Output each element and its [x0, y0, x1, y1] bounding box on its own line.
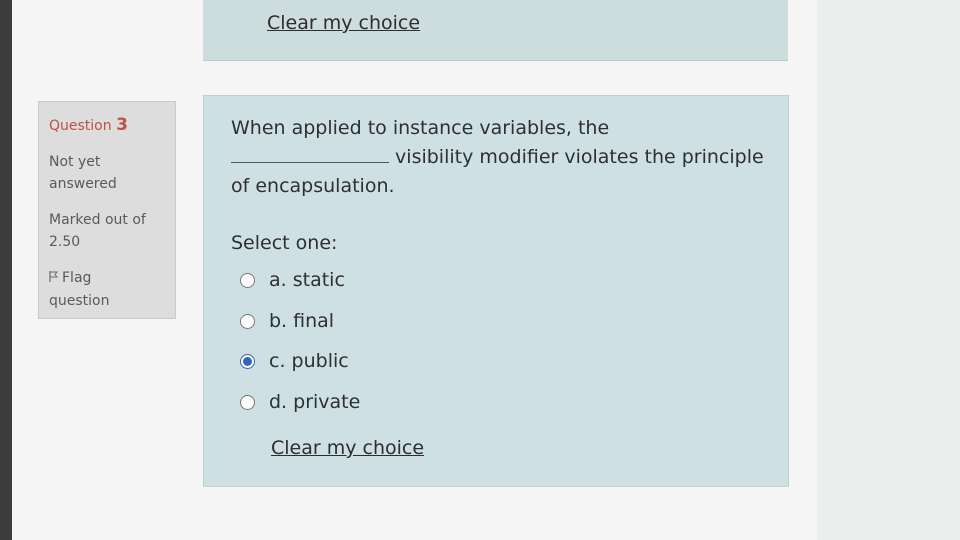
question-heading: Question 3 — [49, 114, 165, 137]
question-text: When applied to instance variables, the … — [231, 114, 771, 201]
option-b[interactable]: b. final — [240, 308, 334, 334]
flag-line-1: Flag — [62, 270, 92, 286]
clear-choice-link[interactable]: Clear my choice — [271, 437, 424, 459]
question-line-2-text: visibility modifier violates the princip… — [395, 146, 764, 168]
option-a-label: a. static — [269, 269, 345, 291]
flag-icon — [49, 268, 59, 290]
question-line-3: of encapsulation. — [231, 175, 395, 197]
flag-line-2: question — [49, 293, 110, 309]
flag-question-link[interactable]: Flag question — [49, 267, 165, 312]
question-line-1: When applied to instance variables, the — [231, 117, 610, 139]
question-panel: When applied to instance variables, the … — [203, 95, 789, 487]
marked-line-2: 2.50 — [49, 234, 81, 250]
right-margin — [817, 0, 960, 540]
radio-c[interactable] — [240, 353, 255, 369]
option-d[interactable]: d. private — [240, 389, 360, 415]
option-a[interactable]: a. static — [240, 267, 345, 293]
radio-b[interactable] — [240, 313, 255, 329]
previous-question-panel: Clear my choice — [203, 0, 788, 61]
option-c[interactable]: c. public — [240, 348, 349, 374]
option-c-label: c. public — [269, 350, 349, 372]
question-info-box: Question 3 Not yet answered Marked out o… — [38, 101, 176, 319]
question-number: 3 — [116, 115, 128, 135]
clear-choice-link-top[interactable]: Clear my choice — [267, 12, 420, 34]
screen-left-edge — [0, 0, 12, 540]
question-grade: Marked out of 2.50 — [49, 209, 165, 253]
option-d-label: d. private — [269, 391, 361, 413]
question-status: Not yet answered — [49, 151, 165, 195]
question-label: Question — [49, 118, 112, 134]
option-b-label: b. final — [269, 310, 335, 332]
fill-in-blank — [231, 144, 389, 163]
marked-line-1: Marked out of — [49, 212, 146, 228]
radio-d[interactable] — [240, 394, 255, 410]
status-line-2: answered — [49, 176, 117, 192]
question-line-2: visibility modifier violates the princip… — [231, 143, 771, 172]
status-line-1: Not yet — [49, 154, 101, 170]
radio-a[interactable] — [240, 272, 255, 288]
select-one-prompt: Select one: — [231, 232, 338, 254]
